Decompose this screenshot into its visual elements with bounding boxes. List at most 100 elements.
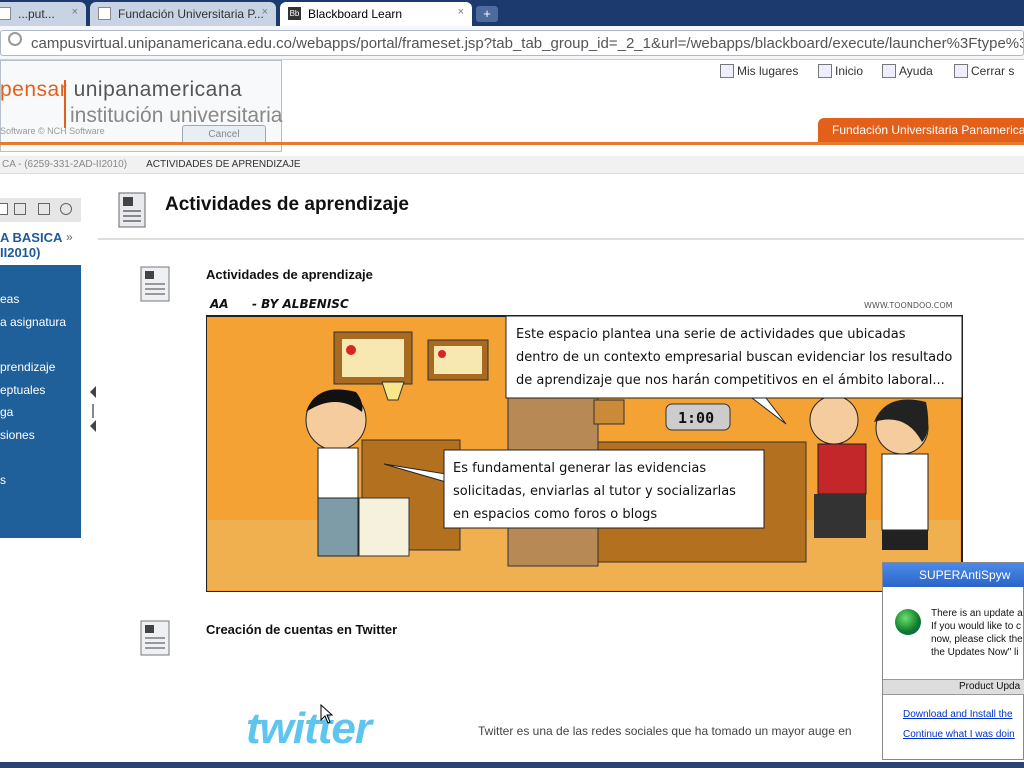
popup-message: There is an update a If you would like t… xyxy=(931,607,1023,659)
globe-icon xyxy=(8,32,22,46)
home-icon xyxy=(818,64,832,78)
window-icon[interactable] xyxy=(38,203,50,215)
sidebar-item-eas[interactable]: eas xyxy=(0,292,19,306)
browser-tab-2[interactable]: Fundación Universitaria P... × xyxy=(90,2,276,26)
sidebar-item-asignatura[interactable]: a asignatura xyxy=(0,315,66,329)
sidebar-toolbar xyxy=(0,198,81,222)
blackboard-icon: Bb xyxy=(288,7,301,20)
popup-line: now, please click the xyxy=(931,634,1023,645)
popup-line: the Updates Now" li xyxy=(931,647,1019,658)
course-sidebar: A BASICA II2010) » eas a asignatura prend… xyxy=(0,190,81,538)
mouse-cursor-icon xyxy=(320,704,334,724)
url-field[interactable]: campusvirtual.unipanamericana.edu.co/web… xyxy=(0,30,1024,56)
bubble1-line: dentro de un contexto empresarial buscan… xyxy=(516,350,952,365)
sidebar-item-aprendizaje[interactable]: prendizaje xyxy=(0,360,55,374)
close-icon[interactable]: × xyxy=(262,6,268,18)
collapse-sidebar-handle[interactable] xyxy=(88,384,98,434)
course-title[interactable]: A BASICA II2010) xyxy=(0,230,62,260)
mis-lugares-link[interactable]: Mis lugares xyxy=(720,64,798,78)
link-label: Ayuda xyxy=(899,64,933,78)
comic-title-author: - BY ALBENISC xyxy=(252,297,349,311)
site-header: Mis lugares Inicio Ayuda Cerrar s pensar… xyxy=(0,60,1024,156)
inicio-link[interactable]: Inicio xyxy=(818,64,863,78)
link-label: Mis lugares xyxy=(737,64,799,78)
tab-label: Blackboard Learn xyxy=(308,7,403,21)
bubble1-line: Este espacio plantea una serie de activi… xyxy=(516,327,906,342)
logo-word-pensar: pensar xyxy=(0,78,68,101)
close-icon[interactable]: × xyxy=(458,6,464,18)
logout-icon xyxy=(954,64,968,78)
help-icon xyxy=(882,64,896,78)
sidebar-item-entrega[interactable]: ga xyxy=(0,405,13,419)
close-icon[interactable]: × xyxy=(72,6,78,18)
speech-bubble-1-text: Este espacio plantea una serie de activi… xyxy=(516,327,957,388)
new-tab-button[interactable]: + xyxy=(476,6,498,22)
diploma-seal-2 xyxy=(438,350,446,358)
bubble2-line: solicitadas, enviarlas al tutor y social… xyxy=(453,484,736,499)
twitter-description: Twitter es una de las redes sociales que… xyxy=(478,724,852,738)
browser-tab-1[interactable]: ...put... × xyxy=(0,2,86,26)
chevron-right-icon[interactable]: » xyxy=(66,230,73,244)
comic-watermark: WWW.TOONDOO.COM xyxy=(864,301,953,310)
logo-line-1: pensar unipanamericana xyxy=(0,78,242,102)
list-view-icon[interactable] xyxy=(0,203,8,215)
document-icon xyxy=(140,266,170,302)
download-install-link[interactable]: Download and Install the xyxy=(903,709,1013,720)
os-taskbar xyxy=(0,762,1024,768)
tab-label: ...put... xyxy=(18,7,55,21)
link-label: Cerrar s xyxy=(971,64,1015,78)
bubble1-line: de aprendizaje que nos harán competitivo… xyxy=(516,373,945,388)
title-divider xyxy=(98,238,1024,240)
institution-tab-button[interactable]: Fundación Universitaria Panamericana xyxy=(818,118,1024,142)
sidebar-item-conceptuales[interactable]: eptuales xyxy=(0,383,45,397)
course-menu: eas a asignatura prendizaje eptuales ga … xyxy=(0,265,81,538)
popup-title-bar[interactable]: SUPERAntiSpyw xyxy=(883,563,1024,587)
popup-line: If you would like to c xyxy=(931,621,1022,632)
clock-time: 1:00 xyxy=(678,409,714,427)
item-title-twitter[interactable]: Creación de cuentas en Twitter xyxy=(206,622,397,637)
woman1-head xyxy=(809,395,859,445)
wastebasket xyxy=(358,497,410,557)
header-accent-line xyxy=(0,142,1024,145)
folder-icon[interactable] xyxy=(14,203,26,215)
content-folder-icon xyxy=(118,192,146,228)
bubble2-line: Es fundamental generar las evidencias xyxy=(453,461,706,476)
man-shirt xyxy=(317,447,359,499)
page-icon xyxy=(0,7,11,20)
person-icon xyxy=(720,64,734,78)
address-bar: campusvirtual.unipanamericana.edu.co/web… xyxy=(0,26,1024,60)
diploma-seal-1 xyxy=(346,345,356,355)
page-icon xyxy=(98,7,111,20)
woman2-top xyxy=(881,453,929,531)
sidebar-item-other[interactable]: s xyxy=(0,473,6,487)
page-title: Actividades de aprendizaje xyxy=(165,194,409,215)
sidebar-item-sesiones[interactable]: siones xyxy=(0,428,35,442)
twitter-logo: twitter xyxy=(246,704,372,753)
popup-section-header: Product Upda xyxy=(883,679,1024,695)
breadcrumb-course[interactable]: CA - (6259-331-2AD-II2010) xyxy=(2,159,127,170)
woman1-skirt xyxy=(814,494,866,538)
logo-divider xyxy=(64,80,66,128)
course-title-line1: A BASICA xyxy=(0,230,63,245)
cerrar-sesion-link[interactable]: Cerrar s xyxy=(954,64,1014,78)
breadcrumb: CA - (6259-331-2AD-II2010) ACTIVIDADES D… xyxy=(0,156,1024,174)
radio xyxy=(593,399,625,425)
diploma-1 xyxy=(342,339,404,377)
bubble2-line: en espacios como foros o blogs xyxy=(453,507,657,522)
browser-tab-3[interactable]: Bb Blackboard Learn × xyxy=(280,2,472,26)
nch-software-text: Software © NCH Software xyxy=(0,126,105,136)
course-title-line2: II2010) xyxy=(0,245,41,260)
globe-update-icon xyxy=(895,609,921,635)
superantispyware-popup: SUPERAntiSpyw There is an update a If yo… xyxy=(882,562,1024,760)
refresh-icon[interactable] xyxy=(60,203,72,215)
woman1-top xyxy=(817,443,867,495)
document-icon xyxy=(140,620,170,656)
comic-title-left: AA xyxy=(209,297,229,311)
item-title-actividades[interactable]: Actividades de aprendizaje xyxy=(206,267,373,282)
breadcrumb-current: ACTIVIDADES DE APRENDIZAJE xyxy=(146,159,301,170)
comic-strip: AA - BY ALBENISC WWW.TOONDOO.COM 1:00 Es… xyxy=(206,297,963,592)
continue-link[interactable]: Continue what I was doin xyxy=(903,729,1015,740)
browser-tab-bar: ...put... × Fundación Universitaria P...… xyxy=(0,0,1024,26)
ayuda-link[interactable]: Ayuda xyxy=(882,64,933,78)
popup-line: There is an update a xyxy=(931,608,1023,619)
